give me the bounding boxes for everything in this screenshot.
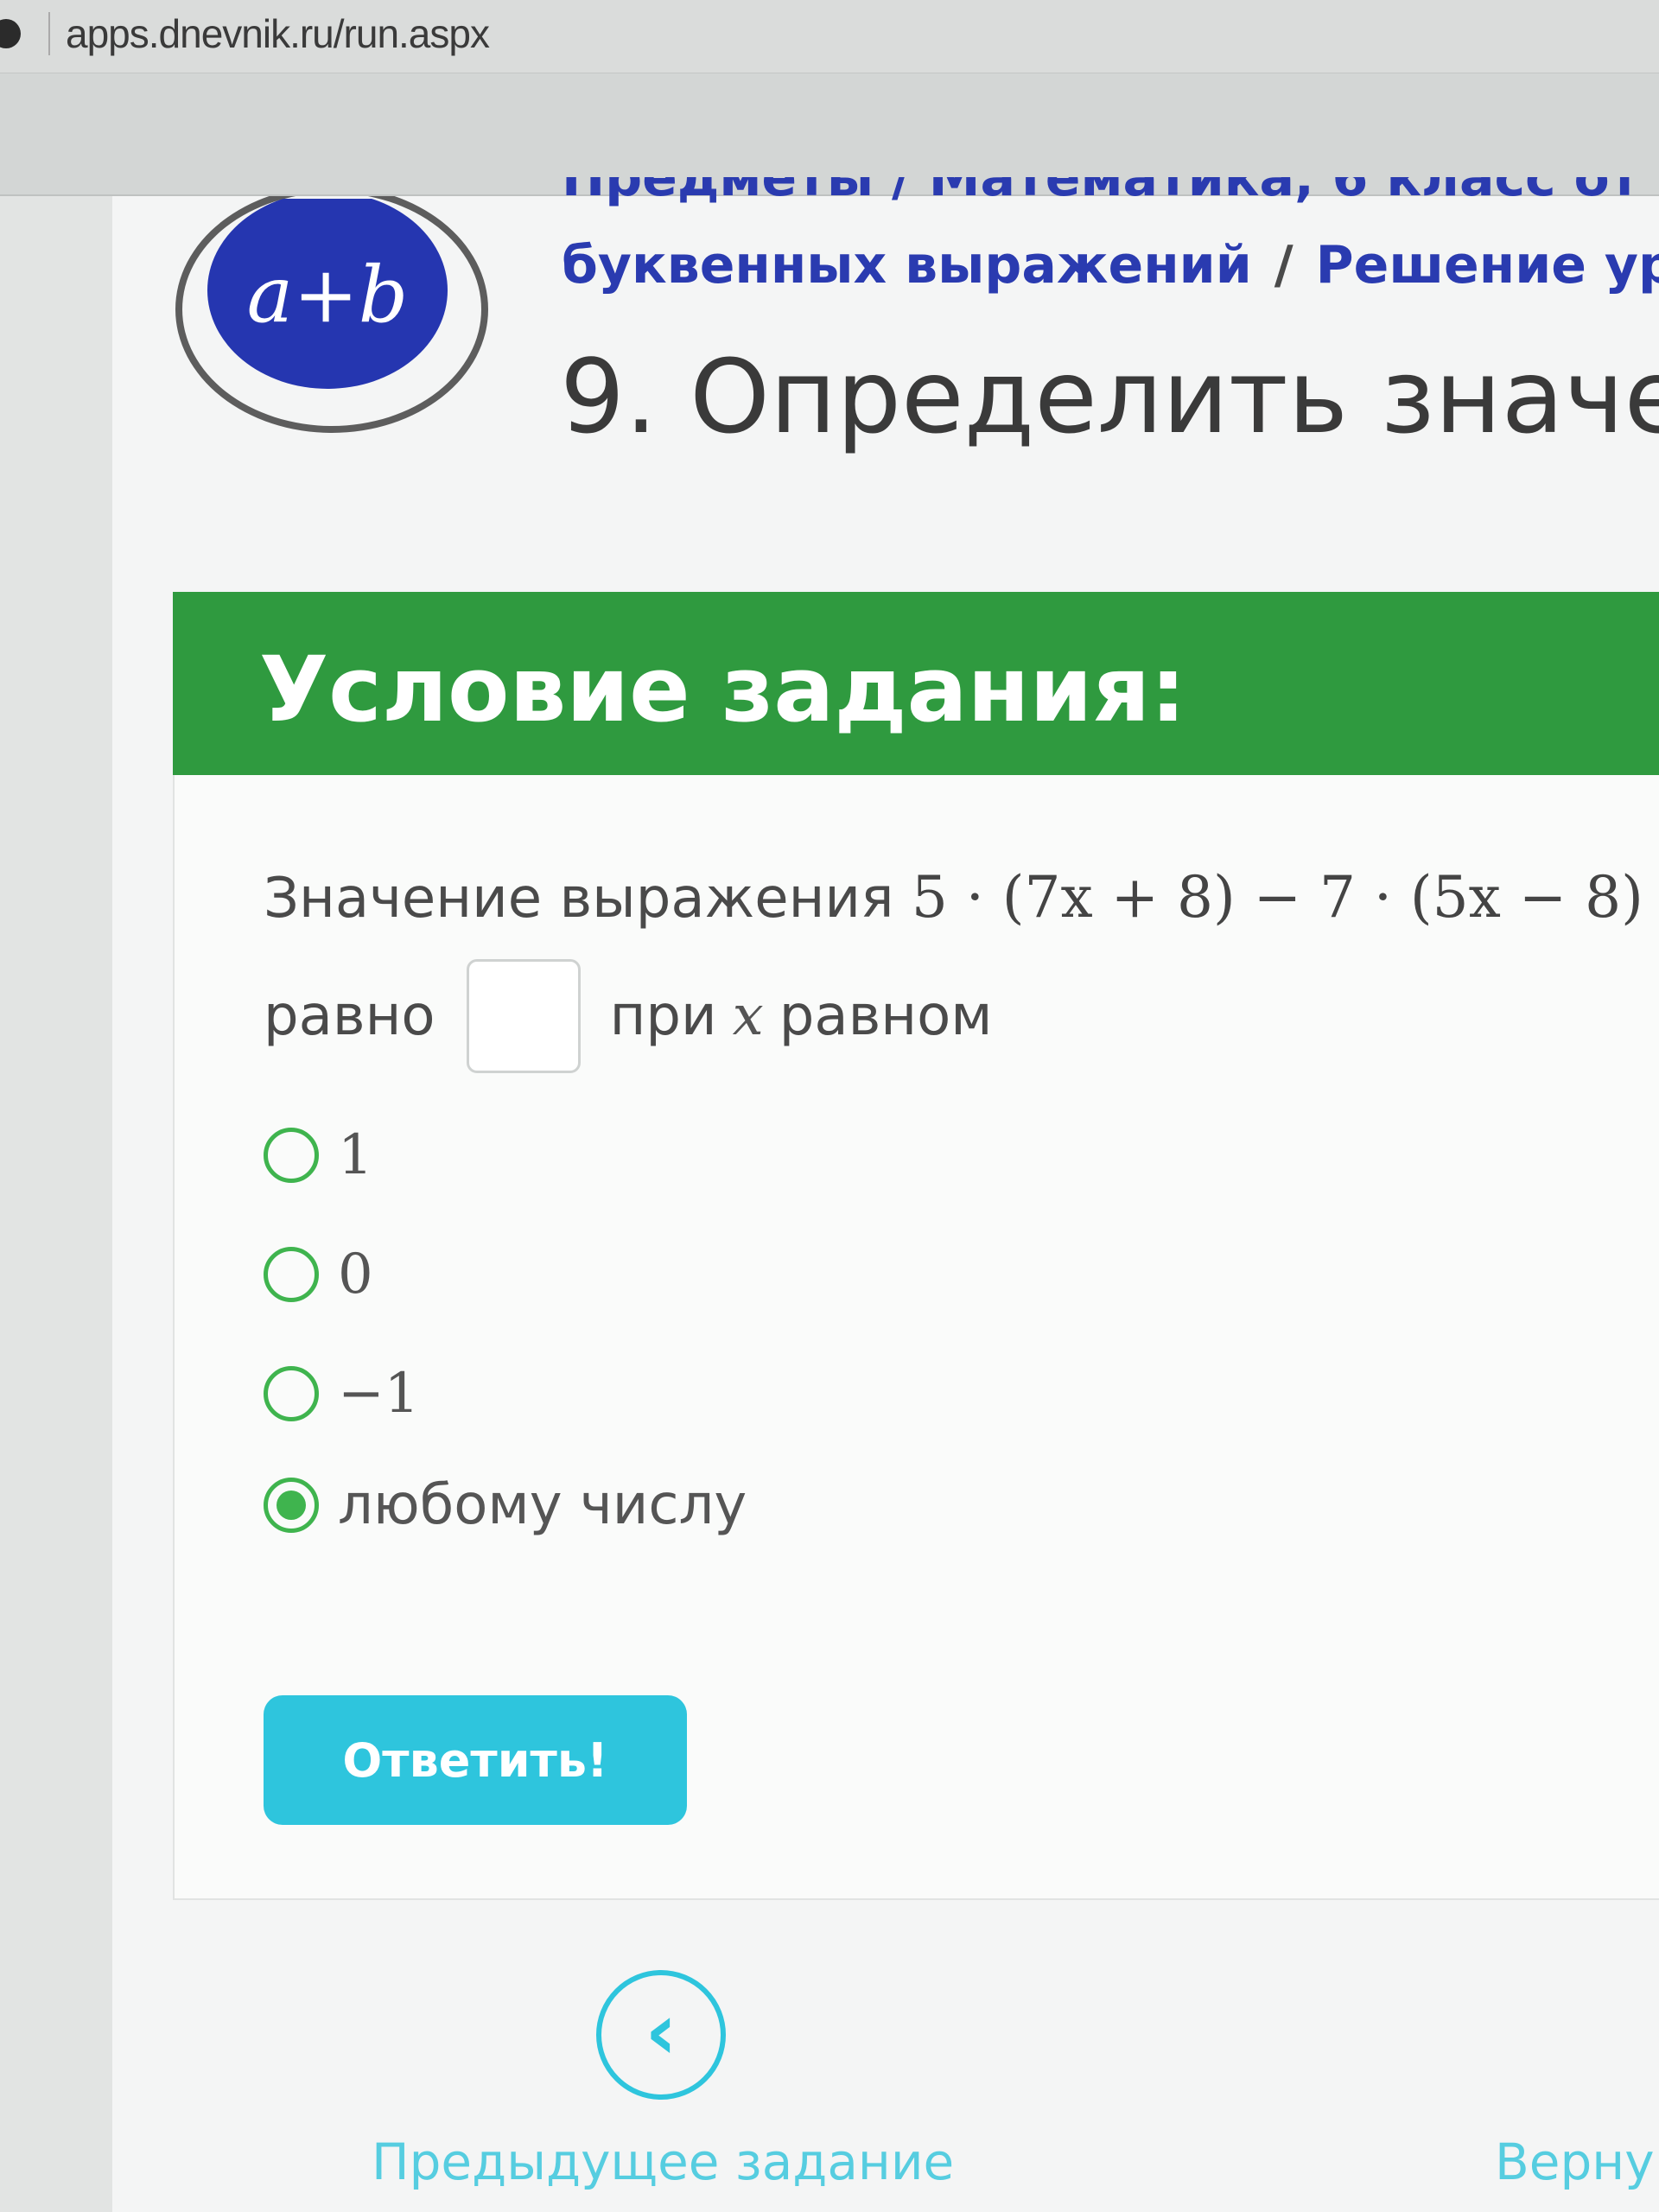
radio-button-selected[interactable] [264,1478,319,1533]
site-info-icon[interactable] [0,19,21,48]
chevron-left-icon: ‹ [645,1986,677,2077]
previous-task-label[interactable]: Предыдущее задание [372,2133,954,2191]
task-condition-line-2: равно при x равном [264,959,993,1073]
radio-button[interactable] [264,1128,319,1183]
option-0[interactable]: 0 [264,1243,373,1306]
breadcrumb-link-equations[interactable]: Решение ура [1316,235,1659,296]
breadcrumb-link-expressions[interactable]: буквенных выражений [562,235,1252,296]
option-1[interactable]: 1 [264,1123,373,1187]
a-plus-b-icon: a+b [246,249,409,340]
radio-button[interactable] [264,1247,319,1302]
answer-input[interactable] [466,959,581,1073]
address-divider [48,12,50,55]
task-condition-line-1: Значение выражения 5 · (7x + 8) − 7 · (5… [264,864,1643,931]
variable-x: x [732,984,764,1048]
breadcrumb-top-line: Предметы / Математика, 6 класс от По [562,177,1659,208]
topic-badge: a+b [207,199,448,389]
previous-task-button[interactable]: ‹ [596,1970,726,2100]
breadcrumb: буквенных выражений / Решение ура [562,235,1659,296]
when-label: при [609,984,717,1048]
task-expression: 5 · (7x + 8) − 7 · (5x − 8) [911,864,1643,931]
breadcrumb-separator: / [1274,235,1294,296]
radio-button[interactable] [264,1366,319,1421]
option-label: −1 [338,1362,420,1426]
option-label: любому числу [338,1473,747,1537]
breadcrumb-top-text[interactable]: Предметы / Математика, 6 класс от По [562,177,1659,208]
browser-address-bar: apps.dnevnik.ru/run.aspx [0,0,1659,73]
option-minus-1[interactable]: −1 [264,1362,419,1426]
option-any-number[interactable]: любому числу [264,1473,747,1537]
task-header: Условие задания: [173,592,1659,775]
task-text-lead: Значение выражения [264,867,894,931]
equals-label: равно [264,984,435,1048]
option-label: 1 [338,1123,373,1187]
task-heading: Условие задания: [259,637,1186,742]
url-text[interactable]: apps.dnevnik.ru/run.aspx [66,10,490,57]
next-task-label[interactable]: Верну [1495,2133,1655,2191]
page-title: 9. Определить значе [560,337,1659,456]
submit-answer-button[interactable]: Ответить! [264,1695,687,1825]
option-label: 0 [338,1243,373,1306]
page-left-gutter [0,196,112,2212]
equal-word: равном [779,984,993,1048]
